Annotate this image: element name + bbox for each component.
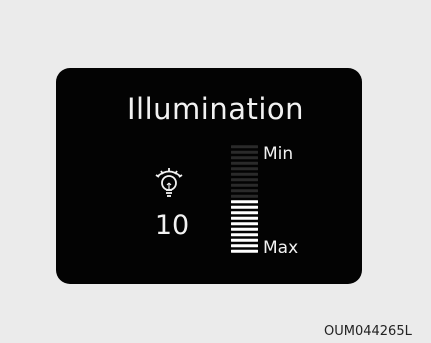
illumination-value: 10 (154, 210, 190, 241)
dashboard-light-bulb-icon (150, 164, 188, 202)
figure-code: OUM044265L (324, 324, 412, 339)
max-label: Max (263, 238, 299, 258)
illumination-title: Illumination (126, 92, 305, 126)
min-label: Min (263, 144, 294, 164)
